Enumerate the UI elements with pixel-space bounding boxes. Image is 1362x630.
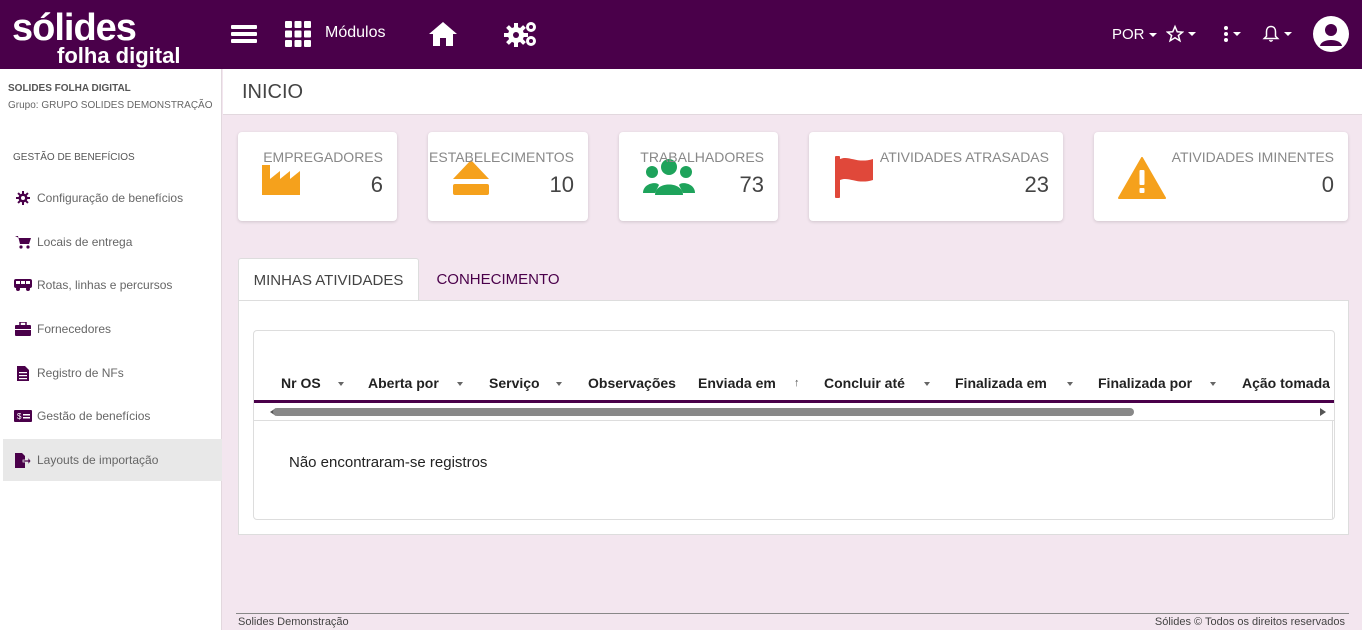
flag-icon [835,156,875,203]
card-empregadores[interactable]: EMPREGADORES 6 [238,132,397,221]
top-bar: sólides folha digital Módulos POR [0,0,1362,69]
sidebar-item-label: Layouts de importação [37,453,159,467]
sidebar-item-fornecedores[interactable]: Fornecedores [3,308,222,350]
column-header-concluir-ate[interactable]: Concluir até [824,375,905,391]
grid-icon[interactable] [284,20,312,48]
company-name: SOLIDES FOLHA DIGITAL [8,83,131,94]
column-header-servico[interactable]: Serviço [489,375,540,391]
column-header-finalizada-por[interactable]: Finalizada por [1098,375,1192,391]
card-value: 10 [549,172,574,197]
card-value: 0 [1321,172,1334,197]
document-icon [13,365,33,381]
content-header: INICIO [223,69,1362,115]
modules-link[interactable]: Módulos [325,24,385,42]
sidebar-item-label: Registro de NFs [37,366,124,380]
card-atividades-iminentes[interactable]: ATIVIDADES IMINENTES 0 [1094,132,1348,221]
sort-desc-icon[interactable] [924,382,930,386]
warning-icon [1118,157,1166,204]
divider [1332,421,1333,519]
sidebar-item-locais-entrega[interactable]: Locais de entrega [3,221,222,263]
logo-line2: folha digital [57,43,181,68]
empty-message: Não encontraram-se registros [289,454,488,471]
column-header-acao-tomada[interactable]: Ação tomada [1242,375,1330,391]
star-icon[interactable] [1166,22,1196,46]
footer-divider [236,613,1349,614]
column-header-enviada-em[interactable]: Enviada em [698,375,776,391]
scrollbar-thumb[interactable] [273,408,1134,416]
divider [254,420,1334,421]
kebab-icon[interactable] [1218,22,1246,46]
sidebar-item-registro-nfs[interactable]: Registro de NFs [3,352,222,394]
sort-desc-icon[interactable] [1210,382,1216,386]
sort-desc-icon[interactable] [457,382,463,386]
money-icon: $ [13,408,33,424]
tab-panel: Nr OS Aberta por Serviço Observações Env… [238,300,1349,535]
home-icon[interactable] [427,18,459,50]
chevron-down-icon [1233,32,1241,36]
briefcase-icon [13,321,33,337]
scroll-right-icon[interactable] [1320,408,1326,416]
logo[interactable]: sólides folha digital [12,7,187,68]
sidebar-item-configuracao-beneficios[interactable]: Configuração de benefícios [3,177,222,219]
card-estabelecimentos[interactable]: ESTABELECIMENTOS 10 [428,132,588,221]
tab-minhas-atividades[interactable]: MINHAS ATIVIDADES [238,258,419,301]
card-value: 73 [739,172,764,197]
activities-table: Nr OS Aberta por Serviço Observações Env… [253,330,1335,520]
card-label: ATIVIDADES IMINENTES [1171,149,1334,165]
page-title: INICIO [242,81,304,103]
footer-company: Solides Demonstração [238,616,349,628]
sort-desc-icon[interactable] [556,382,562,386]
bell-icon[interactable] [1262,22,1292,46]
column-header-finalizada-em[interactable]: Finalizada em [955,375,1047,391]
chevron-down-icon [1284,32,1292,36]
import-icon [13,452,33,468]
users-icon [643,159,695,202]
column-header-nr-os[interactable]: Nr OS [281,375,321,391]
language-label: POR [1112,26,1145,43]
bus-icon [13,277,33,293]
sidebar-item-label: Locais de entrega [37,235,133,249]
gears-icon[interactable] [503,18,539,50]
sidebar-item-label: Rotas, linhas e percursos [37,278,173,292]
chevron-down-icon [1188,32,1196,36]
column-header-observacoes[interactable]: Observações [588,375,676,391]
sort-asc-icon[interactable]: ↑ [794,377,800,389]
card-value: 6 [370,172,383,197]
sidebar-item-gestao-beneficios[interactable]: $ Gestão de benefícios [3,395,222,437]
sidebar: SOLIDES FOLHA DIGITAL Grupo: GRUPO SOLID… [0,69,222,630]
language-selector[interactable]: POR [1112,26,1157,43]
tab-conhecimento[interactable]: CONHECIMENTO [419,258,577,301]
column-header-aberta-por[interactable]: Aberta por [368,375,439,391]
sort-desc-icon[interactable] [1067,382,1073,386]
logo-line1: sólides [12,7,137,49]
footer-copyright: Sólides © Todos os direitos reservados [1154,616,1345,628]
sidebar-item-label: Fornecedores [37,322,112,336]
sidebar-item-label: Configuração de benefícios [37,191,184,205]
sidebar-item-rotas[interactable]: Rotas, linhas e percursos [3,264,222,306]
group-name: Grupo: GRUPO SOLIDES DEMONSTRAÇÃO [8,100,213,111]
menu-icon[interactable] [230,22,258,46]
cart-icon [13,234,33,250]
chevron-down-icon [1148,33,1157,38]
sort-desc-icon[interactable] [338,382,344,386]
gear-icon [13,190,33,206]
user-icon[interactable] [1313,16,1349,52]
card-label: ATIVIDADES ATRASADAS [879,149,1049,165]
card-label: EMPREGADORES [263,149,383,165]
sidebar-item-layouts-importacao[interactable]: Layouts de importação [3,439,222,481]
eject-icon [452,160,490,201]
table-header: Nr OS Aberta por Serviço Observações Env… [254,371,1334,403]
sidebar-item-label: Gestão de benefícios [37,409,151,423]
section-title: GESTÃO DE BENEFÍCIOS [13,152,135,163]
card-value: 23 [1024,172,1049,197]
card-label: TRABALHADORES [640,149,764,165]
card-trabalhadores[interactable]: TRABALHADORES 73 [619,132,778,221]
card-label: ESTABELECIMENTOS [429,149,574,165]
svg-text:$: $ [17,412,22,421]
card-atividades-atrasadas[interactable]: ATIVIDADES ATRASADAS 23 [809,132,1063,221]
